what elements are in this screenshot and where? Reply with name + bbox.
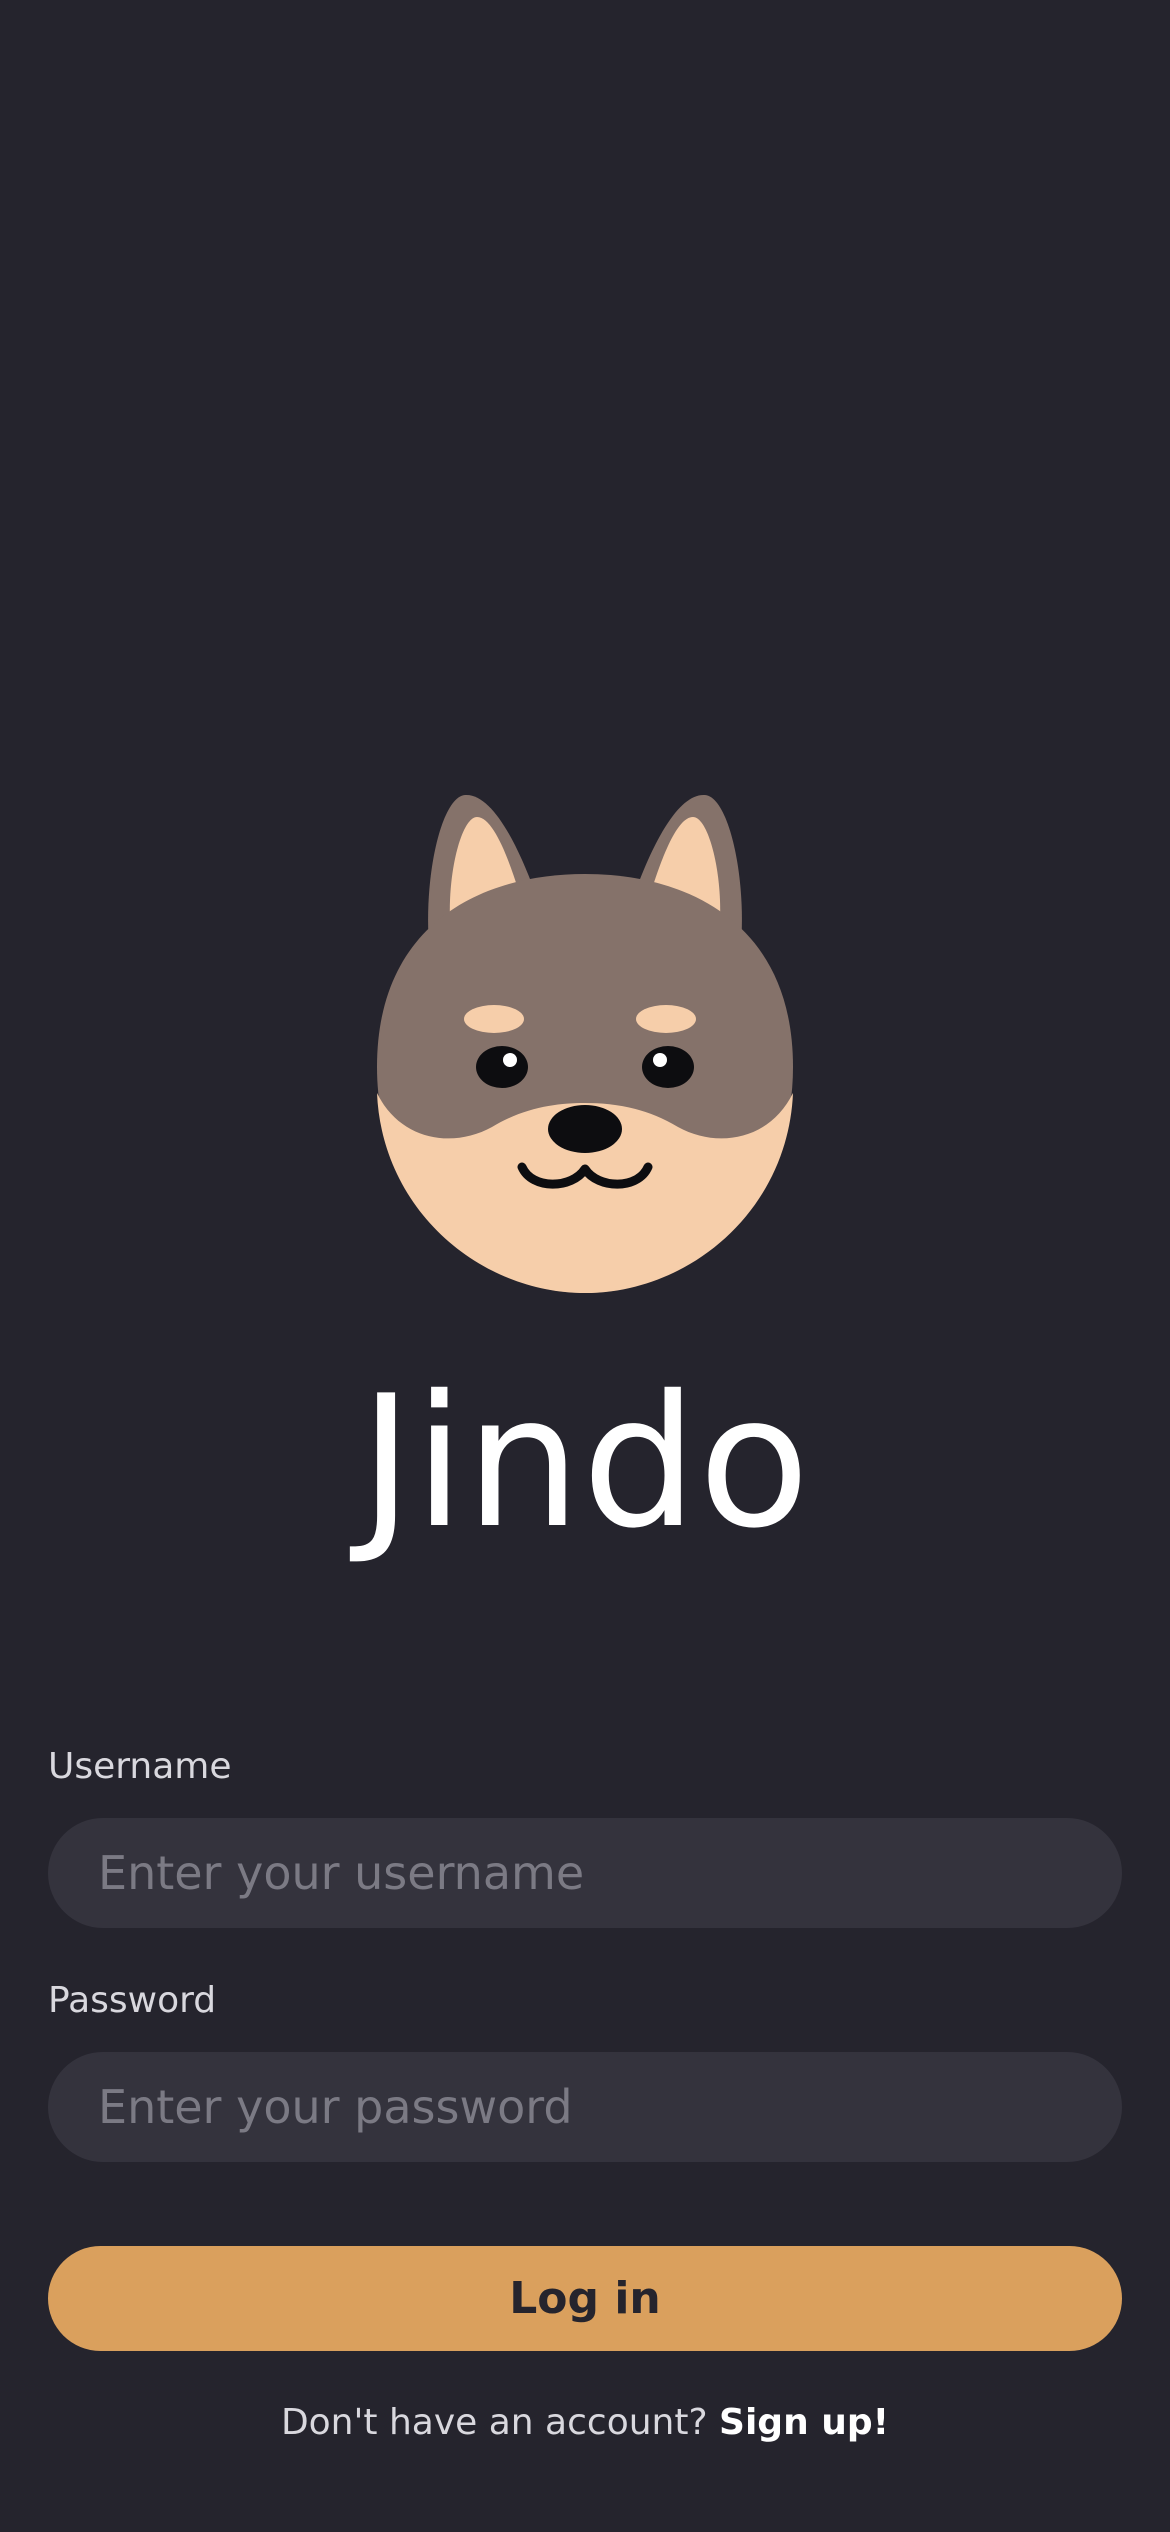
- signup-prompt: Don't have an account?: [280, 2402, 720, 2443]
- jindo-dog-icon: [370, 785, 800, 1300]
- signup-row: Don't have an account? Sign up!: [0, 2398, 1170, 2448]
- signup-link[interactable]: Sign up!: [719, 2402, 889, 2443]
- username-input[interactable]: [48, 1818, 1122, 1928]
- app-name: Jindo: [359, 1356, 811, 1568]
- username-label: Username: [48, 1746, 232, 1787]
- password-label: Password: [48, 1980, 217, 2021]
- password-input[interactable]: [48, 2052, 1122, 2162]
- login-button[interactable]: Log in: [48, 2246, 1122, 2351]
